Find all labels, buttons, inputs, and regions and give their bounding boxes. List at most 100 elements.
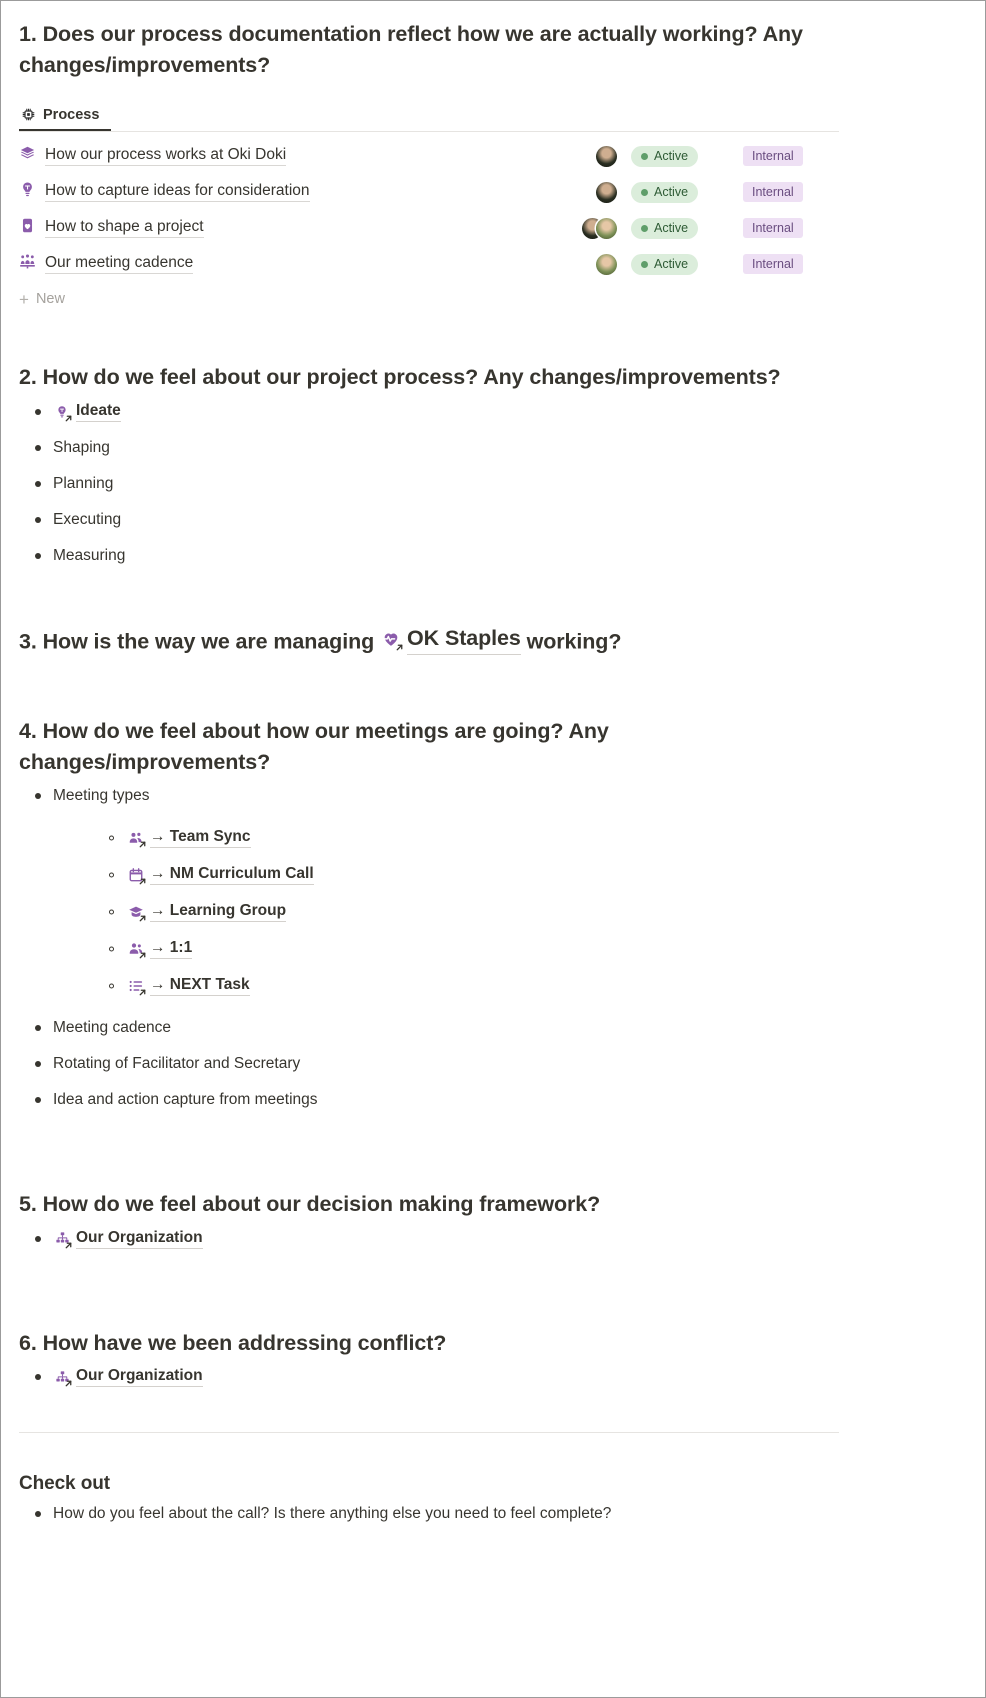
plus-icon: + [19, 289, 29, 309]
row-people-cell[interactable] [535, 145, 631, 167]
checkout-list: How do you feel about the call? Is there… [19, 1501, 839, 1527]
page-link-nm-curriculum-call[interactable]: → NM Curriculum Call [127, 865, 314, 886]
page-link-next-task[interactable]: → NEXT Task [127, 976, 250, 997]
bullet-icon [35, 1061, 41, 1068]
org-chart-icon [53, 1230, 72, 1249]
table-row[interactable]: Our meeting cadence Active Internal [19, 246, 839, 282]
page-link-our-organization[interactable]: Our Organization [53, 1229, 203, 1249]
avatar [596, 145, 617, 167]
page-link-our-organization[interactable]: Our Organization [53, 1367, 203, 1388]
sub-bullet-icon [109, 983, 114, 989]
row-people-cell[interactable] [535, 217, 631, 239]
row-title-cell[interactable]: How to capture ideas for consideration [19, 181, 535, 203]
page-link-label: → 1:1 [150, 939, 193, 960]
meeting-types-sublist-wrapper: → Team Sync → NM Curriculum Call → Learn… [19, 825, 839, 999]
document-content: 1. Does our process documentation reflec… [19, 19, 839, 1390]
row-people-cell[interactable] [535, 181, 631, 203]
bullet-icon [35, 516, 41, 523]
status-badge: Active [631, 217, 699, 239]
row-tag-cell[interactable]: Internal [743, 182, 839, 203]
avatar-group [596, 181, 617, 203]
graduation-cap-icon [127, 903, 146, 922]
presentation-people-icon [19, 253, 36, 275]
row-title[interactable]: How our process works at Oki Doki [45, 146, 287, 167]
list-item: Measuring [19, 543, 839, 569]
tag-badge: Internal [743, 182, 803, 203]
row-status-cell[interactable]: Active [631, 253, 743, 275]
list-item-label: Planning [53, 474, 114, 492]
avatar [596, 181, 617, 203]
table-row[interactable]: How our process works at Oki Doki Active… [19, 138, 839, 174]
row-status-cell[interactable]: Active [631, 181, 743, 203]
question-6-list: Our Organization [19, 1364, 839, 1390]
list-item-label: Executing [53, 510, 122, 528]
row-tag-cell[interactable]: Internal [743, 146, 839, 167]
list-item: Idea and action capture from meetings [19, 1087, 839, 1113]
avatar [596, 217, 617, 239]
bullet-icon [35, 1374, 41, 1381]
page-link-team-sync[interactable]: → Team Sync [127, 828, 251, 849]
row-tag-cell[interactable]: Internal [743, 218, 839, 239]
row-title[interactable]: Our meeting cadence [45, 254, 194, 275]
document-page: 1. Does our process documentation reflec… [1, 1, 985, 1697]
checklist-icon [127, 977, 146, 996]
row-title-cell[interactable]: How to shape a project [19, 217, 535, 239]
list-item: Our Organization [19, 1364, 839, 1390]
row-status-cell[interactable]: Active [631, 145, 743, 167]
two-people-icon [127, 940, 146, 959]
external-link-arrow-icon [139, 878, 146, 885]
question-4-list: Meeting types [19, 783, 839, 809]
list-item-label: Measuring [53, 546, 126, 564]
list-item: Rotating of Facilitator and Secretary [19, 1051, 839, 1077]
bullet-icon [35, 1235, 41, 1242]
tab-process-label: Process [43, 106, 100, 123]
row-people-cell[interactable] [535, 253, 631, 275]
question-6-heading: 6. How have we been addressing conflict? [19, 1330, 447, 1355]
external-link-arrow-icon [65, 1380, 72, 1387]
status-dot-icon [641, 188, 648, 196]
list-item: → Team Sync [93, 825, 839, 851]
page-link-one-on-one[interactable]: → 1:1 [127, 939, 193, 960]
question-2-heading: 2. How do we feel about our project proc… [19, 365, 781, 390]
sub-bullet-icon [109, 909, 114, 915]
list-item-label: Idea and action capture from meetings [53, 1091, 318, 1109]
list-item: Meeting types [19, 783, 839, 809]
question-4-heading: 4. How do we feel about how our meetings… [19, 719, 609, 774]
external-link-arrow-icon [139, 952, 146, 959]
table-row[interactable]: How to capture ideas for consideration A… [19, 174, 839, 210]
tab-process[interactable]: Process [19, 100, 112, 132]
row-status-cell[interactable]: Active [631, 217, 743, 239]
row-title-cell[interactable]: How our process works at Oki Doki [19, 145, 535, 167]
status-badge-label: Active [654, 256, 689, 271]
list-item: → NM Curriculum Call [93, 862, 839, 888]
row-title[interactable]: How to shape a project [45, 218, 204, 239]
page-link-label: → Team Sync [150, 828, 251, 849]
question-3-heading: 3. How is the way we are managing OK Sta… [19, 623, 839, 657]
status-badge-label: Active [654, 220, 689, 235]
page-link-label: → NEXT Task [150, 976, 250, 997]
add-new-row-button[interactable]: + New [19, 282, 839, 316]
page-link-label: Our Organization [76, 1367, 203, 1388]
org-chart-icon [53, 1368, 72, 1387]
question-3-text-after: working? [526, 628, 622, 653]
status-dot-icon [641, 224, 648, 232]
row-title[interactable]: How to capture ideas for consideration [45, 182, 310, 203]
page-link-ideate[interactable]: Ideate [53, 402, 121, 422]
people-group-icon [127, 829, 146, 848]
list-item-label: Rotating of Facilitator and Secretary [53, 1055, 301, 1073]
bullet-icon [35, 408, 41, 415]
page-link-label: Ideate [76, 402, 121, 422]
row-title-cell[interactable]: Our meeting cadence [19, 253, 535, 275]
table-row[interactable]: How to shape a project Active Internal [19, 210, 839, 246]
tag-badge: Internal [743, 146, 803, 167]
lightbulb-icon [53, 403, 72, 421]
page-link-learning-group[interactable]: → Learning Group [127, 902, 287, 923]
database-tab-strip: Process [19, 100, 839, 133]
external-link-arrow-icon [139, 841, 146, 848]
row-tag-cell[interactable]: Internal [743, 254, 839, 275]
page-link-ok-staples[interactable]: OK Staples [380, 623, 521, 656]
